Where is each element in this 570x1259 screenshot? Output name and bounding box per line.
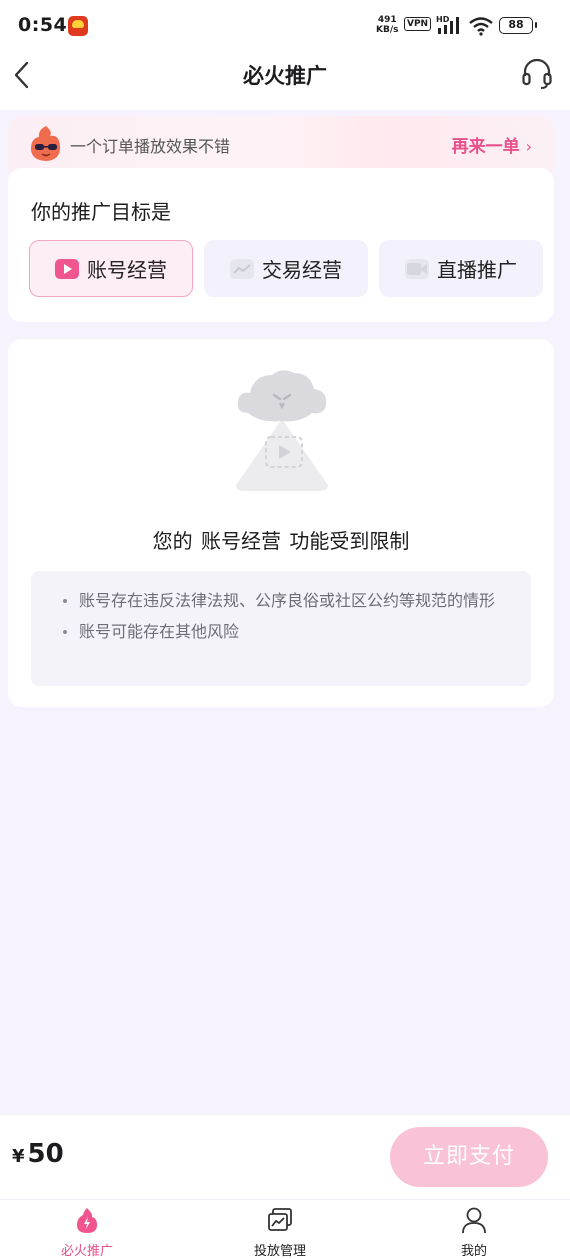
network-speed: 491 KB/s xyxy=(376,15,398,35)
trend-chart-icon xyxy=(230,258,254,279)
promotion-goal-card: 你的推广目标是 账号经营 交易经营 直播推广 xyxy=(8,168,554,322)
camera-icon xyxy=(405,258,429,279)
list-item: 账号存在违反法律法规、公序良俗或社区公约等规范的情形 xyxy=(63,585,511,616)
payment-bar: ¥50 立即支付 xyxy=(0,1115,570,1199)
tab-trade-operation[interactable]: 交易经营 xyxy=(204,240,368,297)
reorder-link[interactable]: 再来一单 › xyxy=(452,132,532,157)
nav-label: 投放管理 xyxy=(253,1244,306,1259)
network-speed-unit: KB/s xyxy=(376,25,399,35)
nav-label: 我的 xyxy=(460,1244,487,1259)
pay-now-button[interactable]: 立即支付 xyxy=(390,1127,548,1187)
tab-label: 账号经营 xyxy=(87,258,167,282)
app-header: 必火推广 xyxy=(0,52,570,110)
nav-label: 必火推广 xyxy=(60,1244,113,1259)
wifi-icon xyxy=(469,17,493,36)
flame-mascot-icon xyxy=(30,126,61,161)
promo-text: 一个订单播放效果不错 xyxy=(70,137,231,156)
restricted-mascot-illustration xyxy=(236,370,328,491)
tab-live-promotion[interactable]: 直播推广 xyxy=(379,240,543,297)
video-play-icon xyxy=(55,258,79,279)
status-time: 0:54 xyxy=(18,14,68,36)
app-notification-icon xyxy=(68,16,88,36)
restriction-reasons: 账号存在违反法律法规、公序良俗或社区公约等规范的情形 账号可能存在其他风险 xyxy=(31,571,531,686)
price: ¥50 xyxy=(12,1139,64,1169)
goal-heading: 你的推广目标是 xyxy=(31,200,171,224)
tab-label: 交易经营 xyxy=(262,258,342,282)
bottom-navigation: 必火推广 投放管理 我的 xyxy=(0,1199,570,1259)
flame-icon xyxy=(77,1208,97,1233)
list-item: 账号可能存在其他风险 xyxy=(63,616,511,647)
network-speed-value: 491 xyxy=(377,15,397,25)
vpn-badge: VPN xyxy=(404,17,432,31)
restriction-title: 您的 账号经营 功能受到限制 xyxy=(152,529,410,553)
promo-banner: 一个订单播放效果不错 再来一单 › xyxy=(8,116,554,172)
chart-panel-icon xyxy=(268,1208,292,1231)
battery-indicator: 88 xyxy=(499,17,537,34)
customer-service-headset-icon[interactable] xyxy=(520,56,554,90)
price-amount: 50 xyxy=(27,1139,64,1169)
tab-account-operation[interactable]: 账号经营 xyxy=(29,240,193,297)
tab-label: 直播推广 xyxy=(437,258,517,282)
nav-item-delivery-management[interactable]: 投放管理 xyxy=(220,1206,340,1259)
chevron-right-icon: › xyxy=(525,137,532,156)
restriction-card: 您的 账号经营 功能受到限制 账号存在违反法律法规、公序良俗或社区公约等规范的情… xyxy=(8,339,554,707)
reorder-link-label: 再来一单 xyxy=(451,137,520,157)
currency-symbol: ¥ xyxy=(12,1146,25,1167)
cellular-signal-icon: HD xyxy=(436,15,459,34)
person-icon xyxy=(462,1207,486,1234)
status-bar: 0:54 491 KB/s VPN HD 88 xyxy=(0,0,570,52)
nav-item-mine[interactable]: 我的 xyxy=(414,1206,534,1259)
page-title: 必火推广 xyxy=(243,64,327,88)
network-type: HD xyxy=(436,15,450,24)
nav-item-bihuo-promotion[interactable]: 必火推广 xyxy=(27,1206,147,1259)
